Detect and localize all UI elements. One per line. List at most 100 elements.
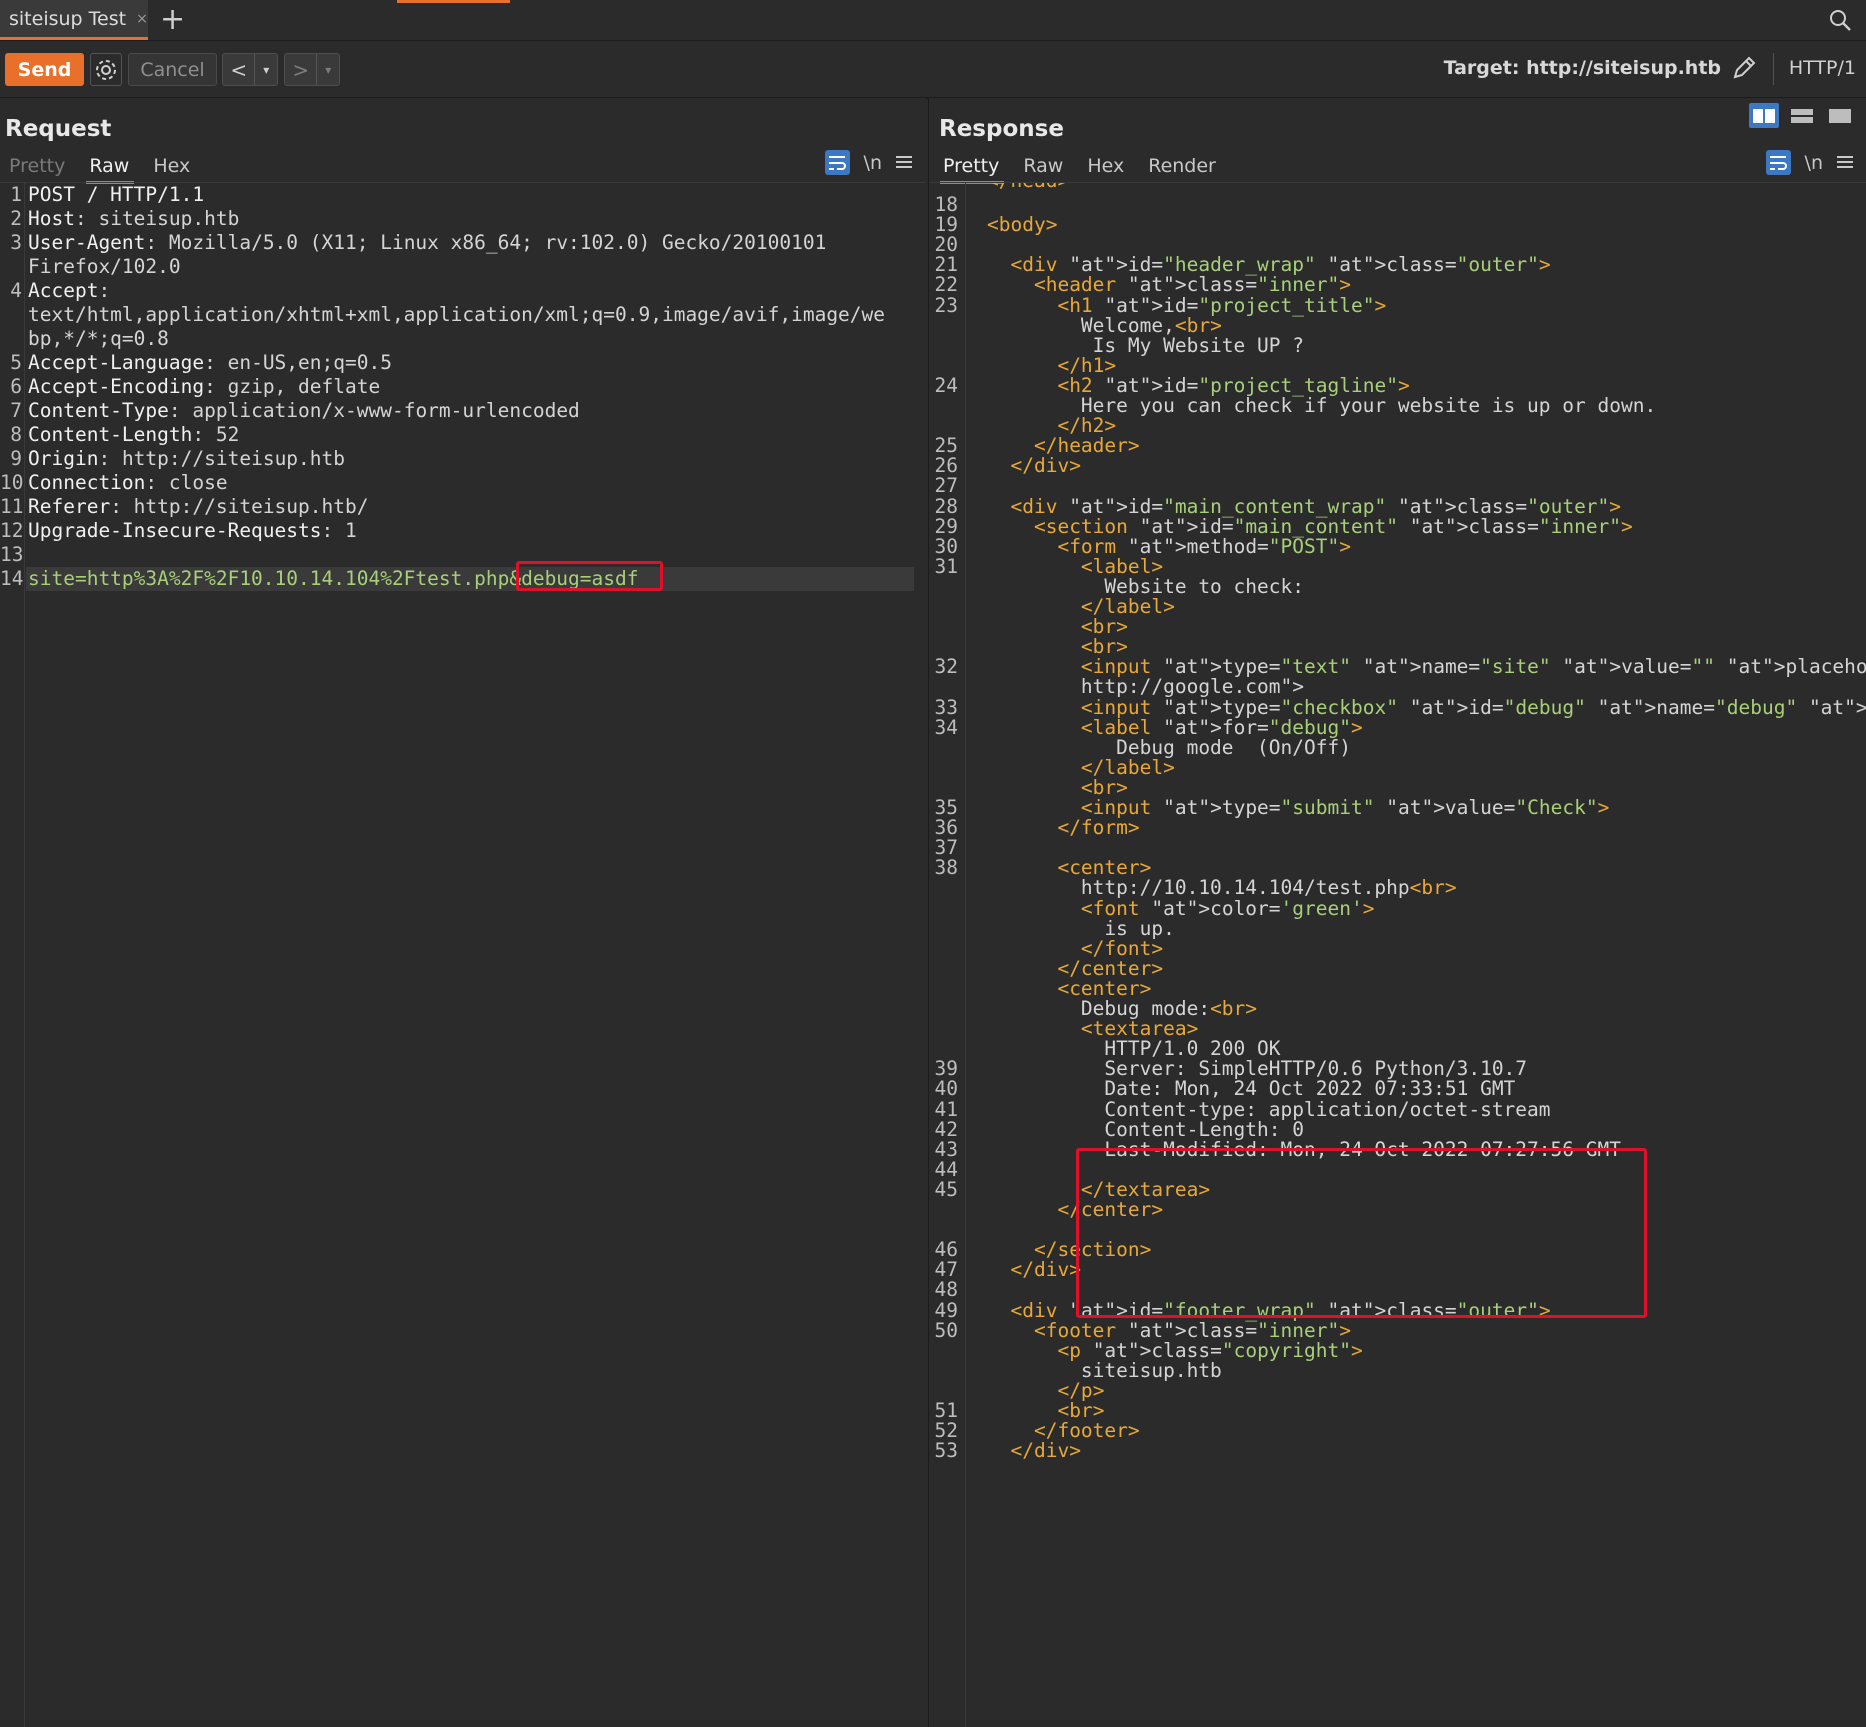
tab-close-icon[interactable]: ×	[136, 11, 148, 27]
debug-param-highlight-box	[516, 561, 663, 591]
tab-response-hex[interactable]: Hex	[1078, 152, 1139, 182]
response-pane: Response Pretty Raw Hex Render \n </head…	[928, 98, 1866, 1727]
header-name: Accept	[28, 279, 99, 302]
line-number: 10	[0, 471, 24, 494]
body-site-param: site=http%3A%2F%2F10.10.14.104%2Ftest.ph…	[28, 567, 510, 590]
protocol-label[interactable]: HTTP/1	[1789, 57, 1856, 79]
tab-response-pretty[interactable]: Pretty	[934, 152, 1014, 184]
tab-request-pretty[interactable]: Pretty	[0, 152, 80, 182]
tab-title: siteisup Test	[9, 7, 127, 30]
single-pane-icon[interactable]	[1825, 103, 1855, 128]
forward-nav-group[interactable]: > ▾	[284, 53, 340, 86]
header-value: http://siteisup.htb/	[121, 495, 369, 518]
tab-request-hex[interactable]: Hex	[144, 152, 205, 182]
header-name: User-Agent	[28, 231, 146, 254]
request-editor-tools: \n	[824, 150, 912, 175]
line-number: 8	[10, 423, 22, 446]
response-line[interactable]: </div>	[987, 1258, 1080, 1282]
response-line[interactable]: </div>	[987, 1439, 1080, 1463]
response-view-tabs: Pretty Raw Hex Render	[934, 152, 1231, 184]
request-line[interactable]: Connection: close	[28, 471, 228, 495]
request-pane: Request Pretty Raw Hex \n 1 POST / HTTP/1…	[0, 98, 926, 1727]
request-line[interactable]: Upgrade-Insecure-Requests: 1	[28, 519, 357, 543]
request-line[interactable]: Accept-Language: en-US,en;q=0.5	[28, 351, 392, 375]
line-number: 2	[10, 207, 22, 230]
line-number: 50	[934, 1318, 958, 1342]
header-value: bp,*/*;q=0.8	[28, 327, 169, 350]
newline-toggle[interactable]: \n	[1805, 152, 1823, 174]
back-nav-group[interactable]: < ▾	[222, 53, 278, 86]
line-number: 14	[0, 567, 24, 590]
tab-response-raw[interactable]: Raw	[1014, 152, 1078, 182]
send-button[interactable]: Send	[5, 53, 84, 86]
header-name: Content-Length	[28, 423, 193, 446]
request-line[interactable]: Host: siteisup.htb	[28, 207, 239, 231]
response-line-fragment: </head>	[987, 183, 1069, 193]
split-horizontal-icon[interactable]	[1749, 103, 1779, 128]
line-number: 6	[10, 375, 22, 398]
header-value: close	[157, 471, 228, 494]
line-number: 32	[934, 655, 958, 679]
header-value: Firefox/102.0	[28, 255, 181, 278]
newline-toggle[interactable]: \n	[864, 152, 882, 174]
request-line[interactable]: text/html,application/xhtml+xml,applicat…	[28, 303, 885, 327]
line-number: 12	[0, 519, 24, 542]
response-title: Response	[939, 116, 1064, 142]
forward-arrow-icon[interactable]: >	[285, 58, 316, 82]
request-line[interactable]: bp,*/*;q=0.8	[28, 327, 169, 351]
line-number: 9	[10, 447, 22, 470]
line-number: 34	[934, 715, 958, 739]
request-title: Request	[5, 116, 112, 142]
cancel-button[interactable]: Cancel	[128, 53, 217, 86]
new-tab-button[interactable]: +	[160, 4, 185, 36]
header-name: Referer	[28, 495, 111, 518]
back-dropdown-icon[interactable]: ▾	[254, 54, 277, 85]
response-line[interactable]: <body>	[987, 213, 1057, 237]
header-value: application/x-www-form-urlencoded	[180, 399, 580, 422]
tab-siteisup-test[interactable]: siteisup Test ×	[0, 0, 148, 40]
tab-bar: siteisup Test × +	[0, 0, 1866, 41]
back-arrow-icon[interactable]: <	[223, 58, 254, 82]
header-name: Connection	[28, 471, 146, 494]
request-line[interactable]: Origin: http://siteisup.htb	[28, 447, 345, 471]
request-view-tabs: Pretty Raw Hex	[0, 152, 205, 184]
gear-icon[interactable]	[90, 53, 122, 86]
word-wrap-icon[interactable]	[1765, 150, 1791, 175]
edit-pencil-icon[interactable]	[1730, 54, 1758, 86]
request-line[interactable]: Accept:	[28, 279, 110, 303]
response-line[interactable]: </div>	[987, 454, 1080, 478]
tab-request-raw[interactable]: Raw	[80, 152, 144, 184]
word-wrap-icon[interactable]	[824, 150, 850, 175]
search-icon[interactable]	[1828, 8, 1852, 36]
repeater-toolbar: Send Cancel < ▾ > ▾ Target: http://sitei…	[0, 41, 1866, 99]
header-value: siteisup.htb	[86, 207, 240, 230]
header-name: Accept-Encoding	[28, 375, 205, 398]
request-line[interactable]: Referer: http://siteisup.htb/	[28, 495, 368, 519]
line-number: 38	[934, 856, 958, 880]
debug-output-highlight-box	[1076, 1148, 1647, 1318]
menu-icon[interactable]	[1837, 152, 1853, 174]
request-line[interactable]: Firefox/102.0	[28, 255, 181, 279]
request-line[interactable]: User-Agent: Mozilla/5.0 (X11; Linux x86_…	[28, 231, 826, 255]
forward-dropdown-icon[interactable]: ▾	[316, 54, 339, 85]
line-number: 11	[0, 495, 24, 518]
response-editor[interactable]: </head> 1819<body>2021 <div "at">id="hea…	[929, 182, 1866, 1727]
line-number: 53	[934, 1439, 958, 1463]
line-number: 7	[10, 399, 22, 422]
header-value: http://siteisup.htb	[110, 447, 346, 470]
response-line[interactable]: </form>	[987, 816, 1139, 840]
tab-response-render[interactable]: Render	[1139, 152, 1231, 182]
header-value: 1	[333, 519, 357, 542]
request-line[interactable]: Content-Length: 52	[28, 423, 239, 447]
header-name: Content-Type	[28, 399, 169, 422]
request-editor[interactable]: 1 POST / HTTP/1.1 2 Host: siteisup.htb 3 User…	[0, 182, 926, 1727]
request-line[interactable]: Content-Type: application/x-www-form-url…	[28, 399, 580, 423]
request-line[interactable]: Accept-Encoding: gzip, deflate	[28, 375, 380, 399]
split-vertical-icon[interactable]	[1787, 103, 1817, 128]
header-name: Host	[28, 207, 75, 230]
request-line[interactable]: POST / HTTP/1.1	[28, 183, 204, 207]
layout-switcher	[1749, 103, 1855, 128]
toolbar-divider	[1773, 53, 1774, 85]
header-value: gzip, deflate	[215, 375, 381, 398]
menu-icon[interactable]	[896, 152, 912, 174]
